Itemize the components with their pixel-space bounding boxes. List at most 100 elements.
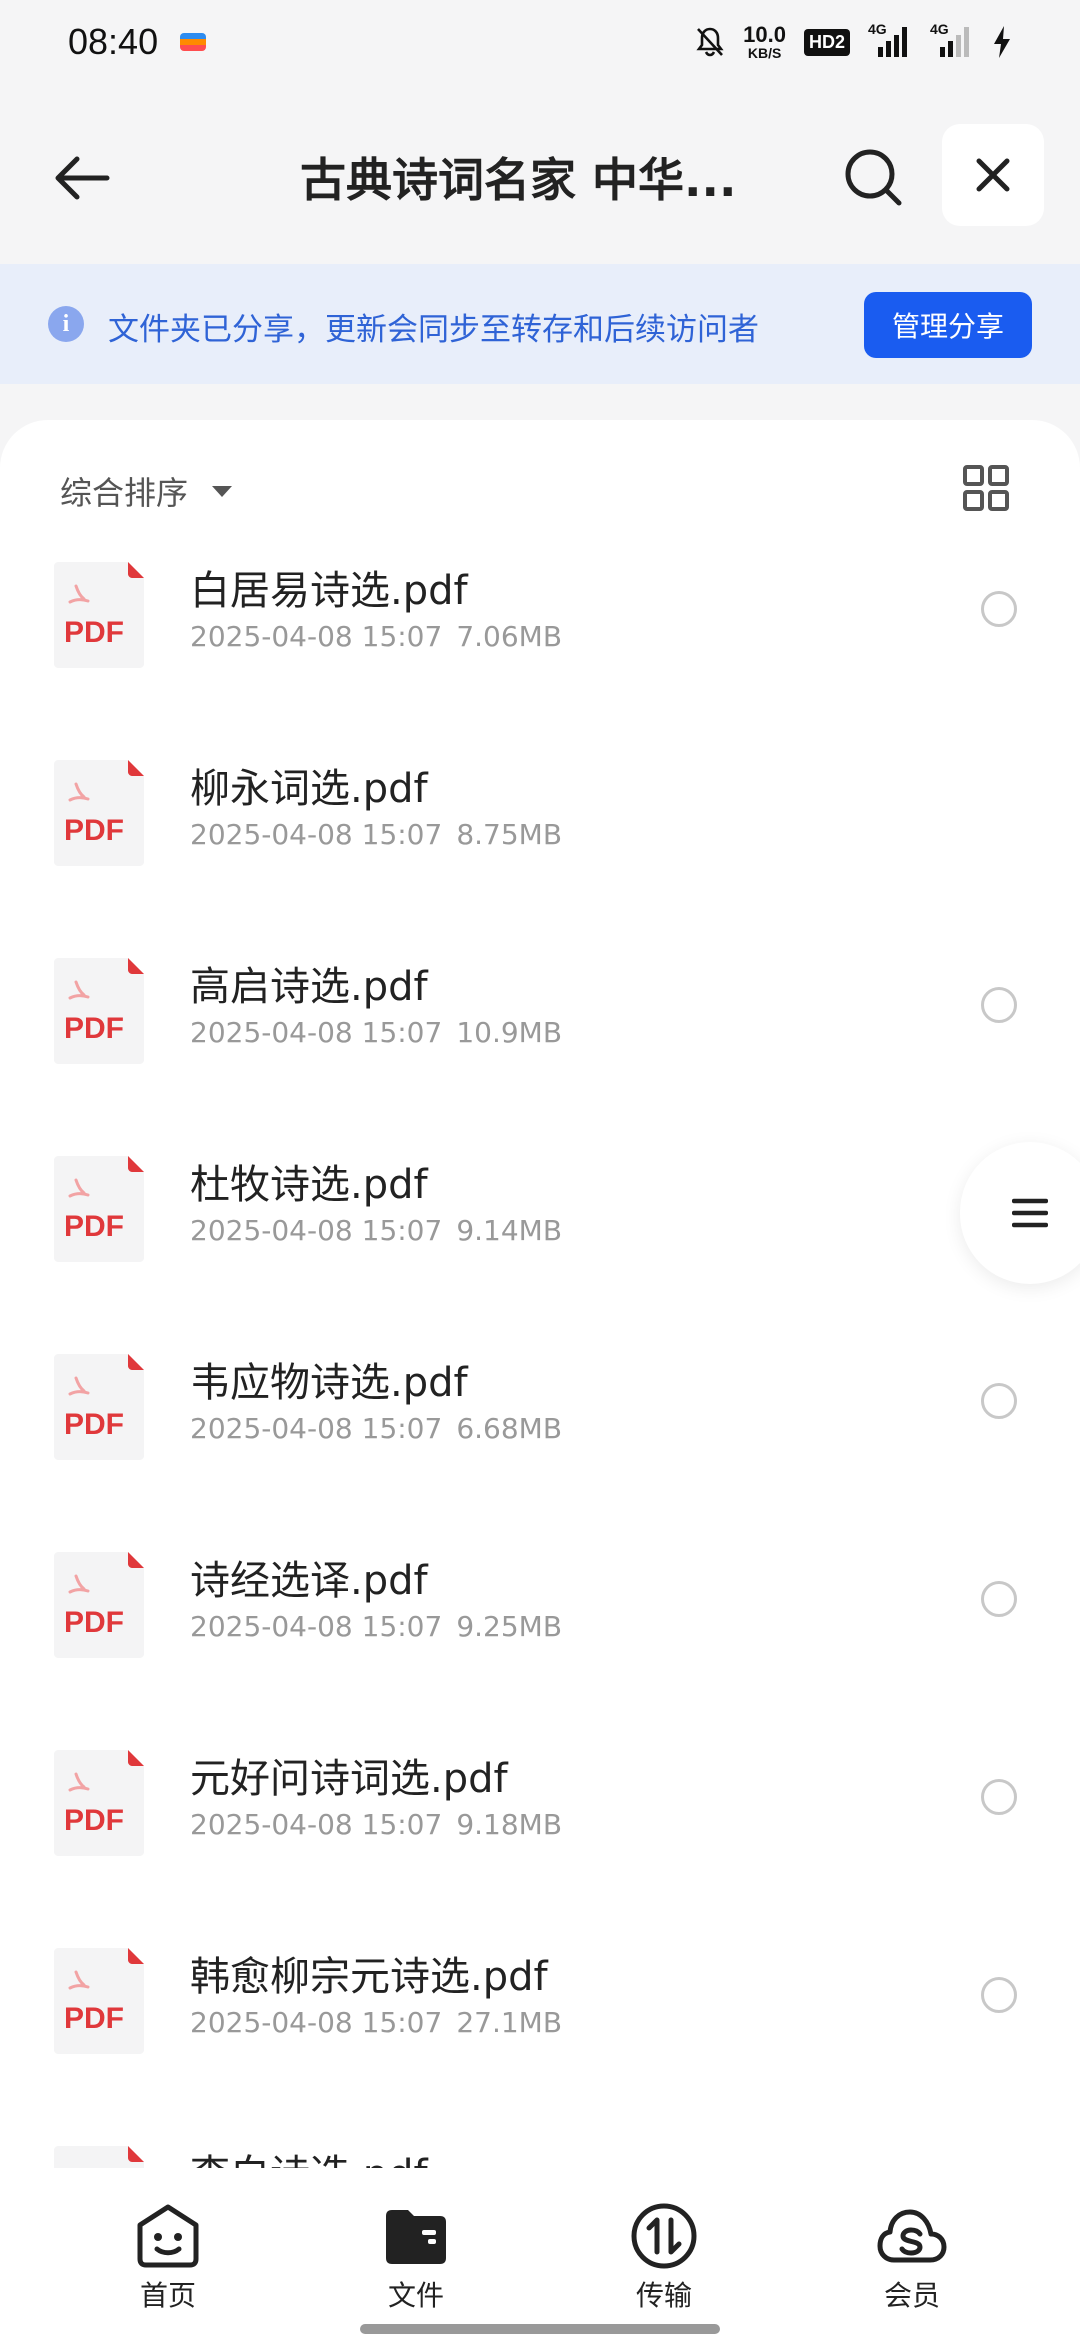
share-notice-text: 文件夹已分享，更新会同步至转存和后续访问者 [108,312,759,348]
file-meta: 2025-04-08 15:07 9.25MB [190,1610,562,1643]
share-notice-bar: i 文件夹已分享，更新会同步至转存和后续访问者 管理分享 [0,264,1080,384]
file-name: 柳永词选.pdf [190,766,428,812]
status-right: 10.0 KB/S HD2 4G 4G [695,21,1012,61]
file-date: 2025-04-08 15:07 [190,818,443,851]
signal-1-icon: 4G [868,21,912,57]
pdf-label: PDF [64,1606,124,1639]
signal-2-label: 4G [930,21,949,37]
nav-files-label: 文件 [387,2279,444,2312]
file-date: 2025-04-08 15:07 [190,620,443,653]
pdf-label: PDF [64,1804,124,1837]
pdf-label: PDF [64,1210,124,1243]
status-left: 08:40 [68,21,207,63]
mute-bell-icon [696,27,724,57]
pdf-label: PDF [64,814,124,847]
file-meta: 2025-04-08 15:07 27.1MB [190,2006,562,2039]
status-time: 08:40 [68,21,159,62]
back-button[interactable] [50,146,114,210]
grid-view-icon [963,465,1009,511]
file-row[interactable]: PDF 李白诗选.pdf [0,2142,1080,2168]
search-button[interactable] [838,142,908,212]
file-name: 高启诗选.pdf [190,964,428,1010]
nav-files[interactable]: 文件 [356,2200,476,2314]
file-size: 8.75MB [456,818,563,851]
file-name: 韦应物诗选.pdf [190,1360,468,1406]
page-title: 古典诗词名家 中华... [300,153,737,207]
nav-transfer-label: 传输 [635,2279,692,2312]
nav-member[interactable]: 会员 [852,2200,972,2314]
file-date: 2025-04-08 15:07 [190,1808,443,1841]
file-list-card: 综合排序 PDF 白居易诗选.pdf 2025-04-08 15:07 7.06MB P… [0,420,1080,2180]
file-name: 李白诗选.pdf [190,2142,428,2168]
file-row[interactable]: PDF 柳永词选.pdf 2025-04-08 15:07 8.75MB [0,756,1080,954]
pdf-file-icon: PDF [54,2146,144,2168]
caret-down-icon [212,485,233,497]
file-meta: 2025-04-08 15:07 9.14MB [190,1214,562,1247]
select-radio[interactable] [981,987,1017,1023]
pdf-file-icon: PDF [54,1948,144,2054]
file-name: 元好问诗词选.pdf [190,1756,508,1802]
nav-transfer[interactable]: 传输 [604,2200,724,2314]
file-date: 2025-04-08 15:07 [190,1016,443,1049]
select-radio[interactable] [981,1779,1017,1815]
file-date: 2025-04-08 15:07 [190,1610,443,1643]
header: 古典诗词名家 中华... [0,120,1080,230]
file-row[interactable]: PDF 白居易诗选.pdf 2025-04-08 15:07 7.06MB [0,558,1080,756]
file-date: 2025-04-08 15:07 [190,2006,443,2039]
pdf-label: PDF [64,2002,124,2035]
file-meta: 2025-04-08 15:07 8.75MB [190,818,562,851]
grid-view-button[interactable] [962,464,1010,512]
file-row[interactable]: PDF 高启诗选.pdf 2025-04-08 15:07 10.9MB [0,954,1080,1152]
sort-dropdown[interactable]: 综合排序 [60,468,233,514]
bottom-navigation: 首页 文件 传输 会员 [0,2180,1080,2340]
file-size: 9.25MB [456,1610,563,1643]
pdf-file-icon: PDF [54,1552,144,1658]
nav-member-label: 会员 [883,2279,940,2312]
app-notification-icon [180,33,207,51]
search-icon [845,149,902,206]
file-name: 诗经选译.pdf [190,1558,428,1604]
file-size: 7.06MB [456,620,563,653]
file-name: 杜牧诗选.pdf [190,1162,428,1208]
file-date: 2025-04-08 15:07 [190,1214,443,1247]
file-size: 9.14MB [456,1214,563,1247]
file-row[interactable]: PDF 元好问诗词选.pdf 2025-04-08 15:07 9.18MB [0,1746,1080,1944]
file-size: 10.9MB [456,1016,563,1049]
network-speed: 10.0 KB/S [743,22,786,61]
arrow-left-icon [55,156,110,200]
info-icon: i [48,306,84,342]
hd-badge: HD2 [803,28,850,56]
folder-icon [380,2200,452,2272]
select-radio[interactable] [981,591,1017,627]
file-row[interactable]: PDF 韩愈柳宗元诗选.pdf 2025-04-08 15:07 27.1MB [0,1944,1080,2142]
select-radio[interactable] [981,1977,1017,2013]
close-button[interactable] [942,124,1044,226]
close-icon [976,158,1010,192]
file-size: 6.68MB [456,1412,563,1445]
select-radio[interactable] [981,1383,1017,1419]
pdf-file-icon: PDF [54,1156,144,1262]
file-list: PDF 白居易诗选.pdf 2025-04-08 15:07 7.06MB PDF 柳永词… [0,548,1080,2168]
pdf-label: PDF [64,1408,124,1441]
pdf-label: PDF [64,616,124,649]
home-indicator[interactable] [360,2324,720,2334]
file-row[interactable]: PDF 杜牧诗选.pdf 2025-04-08 15:07 9.14MB [0,1152,1080,1350]
file-meta: 2025-04-08 15:07 10.9MB [190,1016,562,1049]
file-size: 9.18MB [456,1808,563,1841]
nav-home[interactable]: 首页 [108,2200,228,2314]
file-name: 白居易诗选.pdf [190,568,468,614]
select-radio[interactable] [981,1581,1017,1617]
file-row[interactable]: PDF 韦应物诗选.pdf 2025-04-08 15:07 6.68MB [0,1350,1080,1548]
pdf-file-icon: PDF [54,1354,144,1460]
signal-1-label: 4G [868,21,887,37]
pdf-file-icon: PDF [54,1750,144,1856]
file-date: 2025-04-08 15:07 [190,1412,443,1445]
file-meta: 2025-04-08 15:07 7.06MB [190,620,562,653]
file-meta: 2025-04-08 15:07 9.18MB [190,1808,562,1841]
manage-share-button[interactable]: 管理分享 [864,292,1032,358]
file-row[interactable]: PDF 诗经选译.pdf 2025-04-08 15:07 9.25MB [0,1548,1080,1746]
pdf-file-icon: PDF [54,760,144,866]
pdf-label: PDF [64,1012,124,1045]
signal-2-icon: 4G [930,21,974,57]
speed-value: 10.0 [743,22,786,47]
